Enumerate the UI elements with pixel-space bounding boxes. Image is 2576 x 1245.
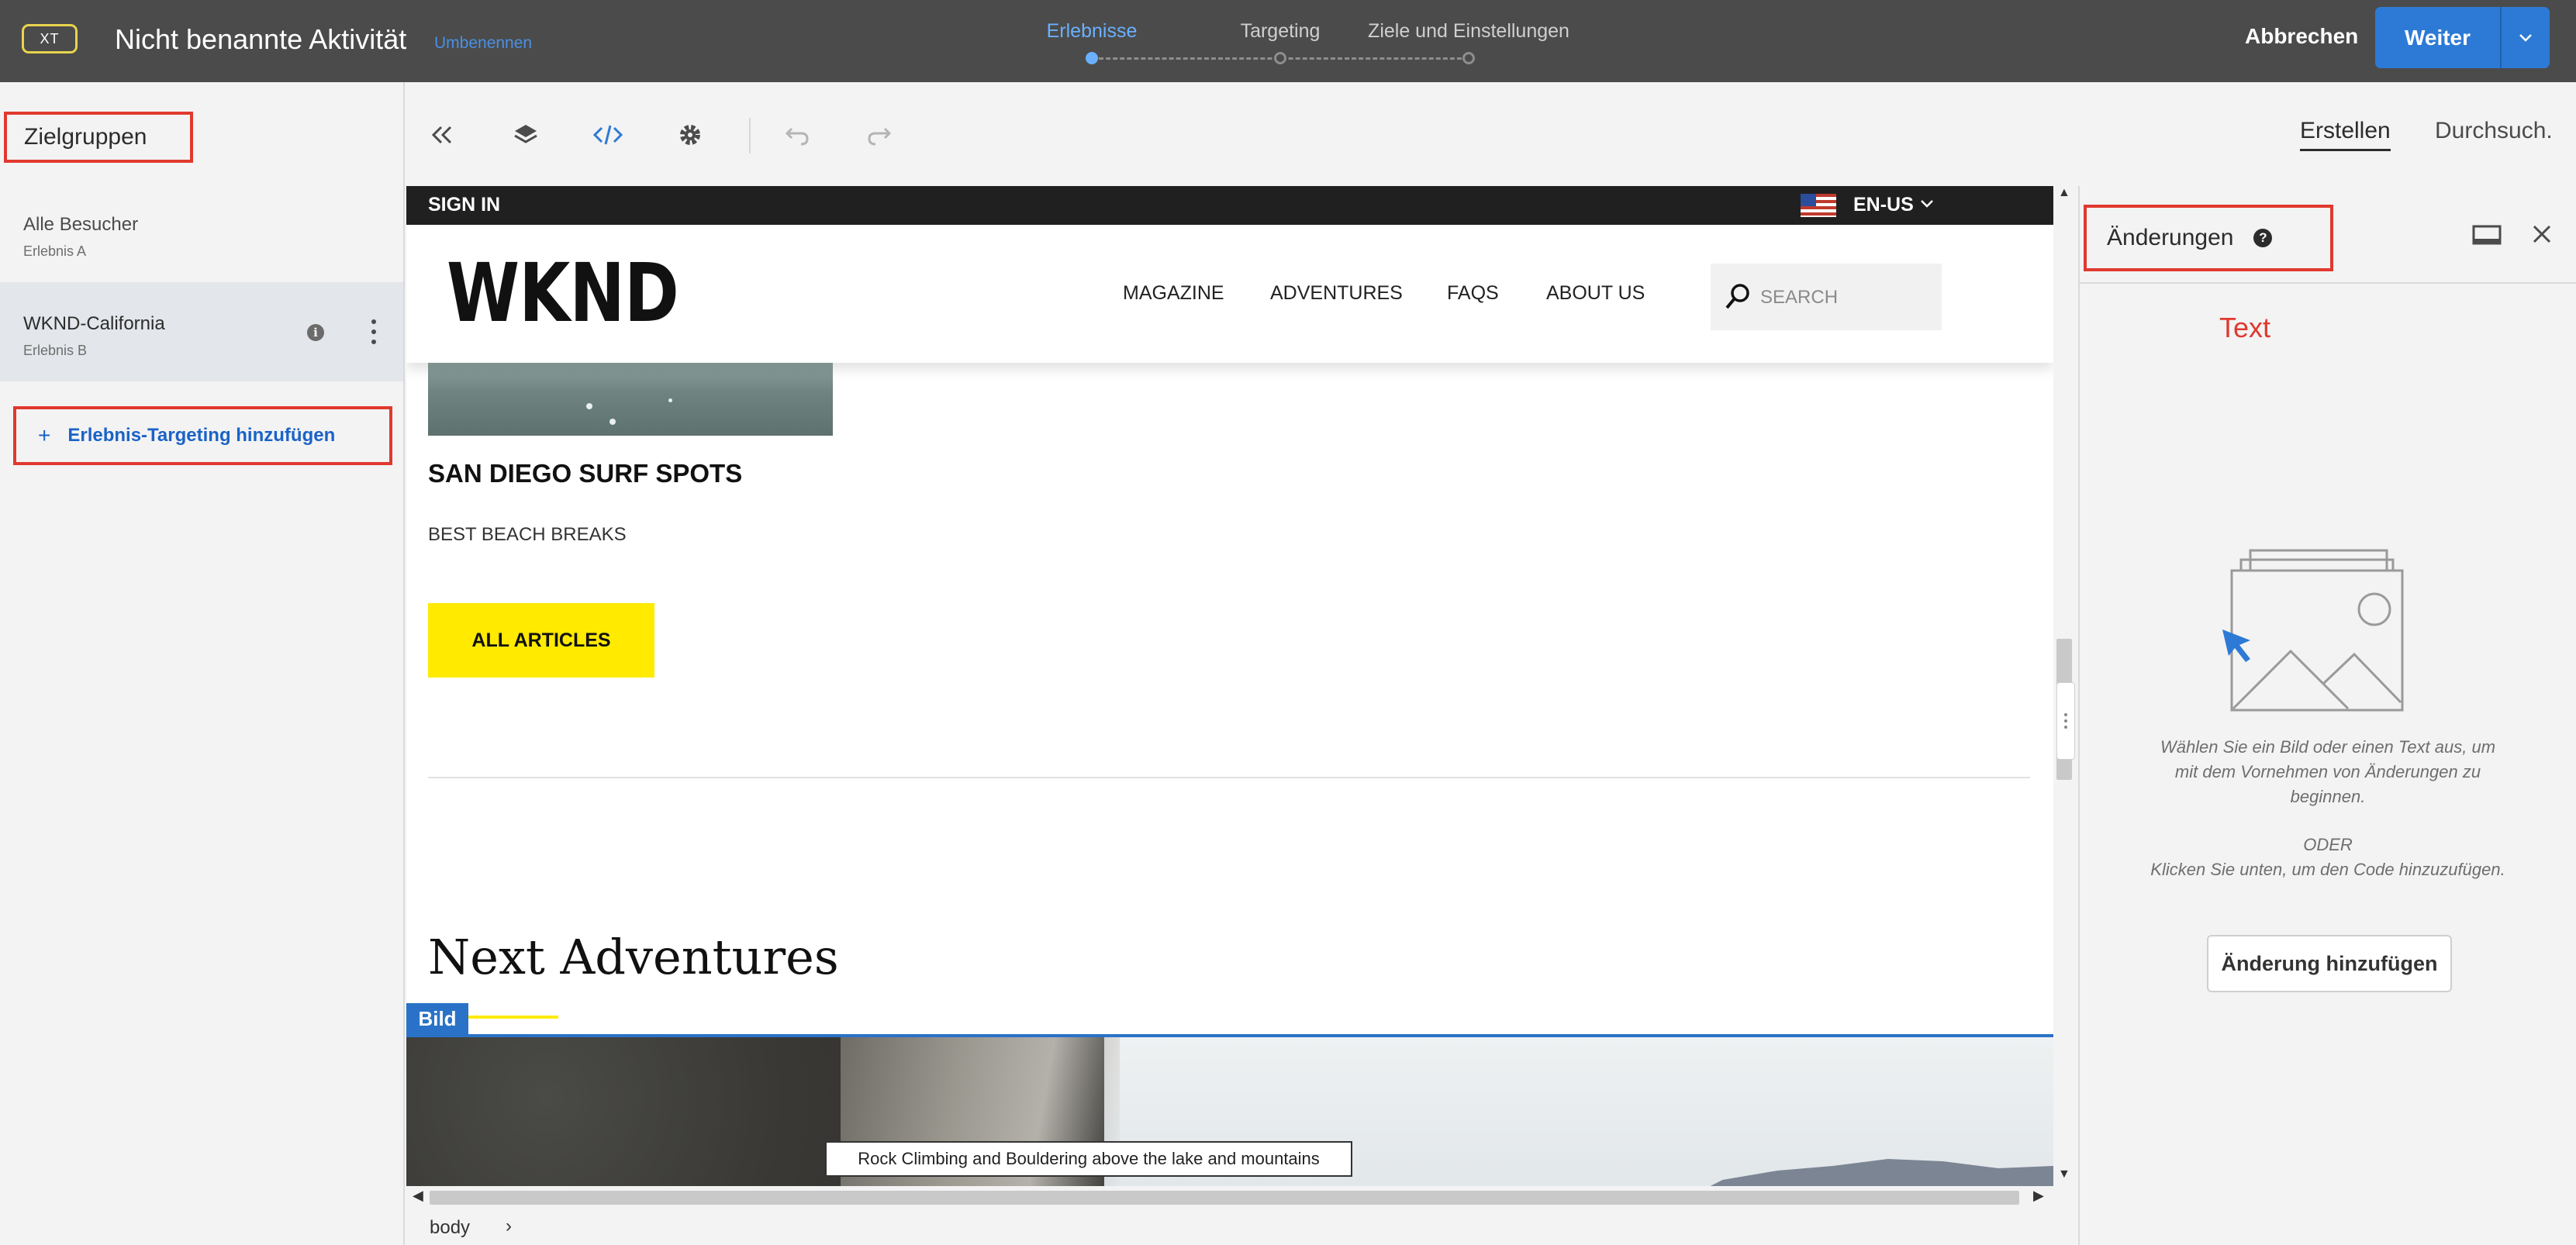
image-tooltip: Rock Climbing and Bouldering above the l… (825, 1141, 1352, 1177)
experience-label: Erlebnis A (23, 243, 87, 259)
site-utility-bar: SIGN IN EN-US (406, 186, 2053, 225)
experience-label: Erlebnis B (23, 343, 88, 358)
redo-icon[interactable] (862, 118, 896, 152)
toolbar-divider (749, 118, 751, 153)
article-subtitle[interactable]: BEST BEACH BREAKS (428, 524, 627, 546)
help-icon[interactable]: ? (2253, 229, 2273, 247)
changes-panel: Änderungen ? Text Wählen Sie ein Bild od… (2078, 186, 2576, 1245)
activity-title: Nicht benannte Aktivität (115, 23, 407, 55)
info-icon[interactable]: i (307, 324, 324, 341)
workflow-steps: Erlebnisse Targeting Ziele und Einstellu… (1024, 0, 1613, 82)
step-dot (1274, 52, 1286, 64)
step-dot-active (1086, 52, 1098, 64)
audience-name: WKND-California (23, 313, 165, 334)
audience-item-all-visitors[interactable]: Alle Besucher Erlebnis A (0, 183, 403, 282)
step-targeting[interactable]: Targeting (1241, 20, 1321, 43)
audience-item-wknd-california[interactable]: WKND-California Erlebnis B i (0, 282, 403, 381)
add-targeting-label: Erlebnis-Targeting hinzufügen (67, 425, 336, 446)
annotation-text-label: Text (2219, 312, 2271, 343)
nav-faqs[interactable]: FAQS (1447, 282, 1499, 305)
scroll-up-icon[interactable]: ▲ (2058, 186, 2070, 200)
selection-tag: Bild (406, 1003, 468, 1034)
chevron-down-icon (2519, 33, 2532, 42)
next-button[interactable]: Weiter (2375, 7, 2502, 68)
next-dropdown-button[interactable] (2502, 7, 2550, 68)
us-flag-icon (1801, 194, 1836, 217)
chevron-right-icon[interactable]: › (506, 1216, 512, 1237)
nav-magazine[interactable]: MAGAZINE (1123, 282, 1224, 305)
more-options-icon[interactable] (368, 319, 380, 344)
title-underline (468, 1016, 558, 1019)
collapse-icon[interactable] (425, 118, 459, 152)
add-experience-targeting-button[interactable]: + Erlebnis-Targeting hinzufügen (13, 406, 392, 465)
code-icon[interactable] (591, 118, 625, 152)
editor-toolbar: Erstellen Durchsuch. (406, 82, 2576, 186)
surf-article-image[interactable] (428, 363, 833, 436)
changes-heading-box: Änderungen ? (2084, 205, 2333, 271)
horizontal-scrollbar[interactable]: ◀ ▶ (406, 1186, 2053, 1208)
step-goals-settings[interactable]: Ziele und Einstellungen (1368, 20, 1569, 43)
panel-divider (2080, 282, 2576, 284)
audiences-panel: Zielgruppen Alle Besucher Erlebnis A WKN… (0, 82, 405, 1245)
empty-state-message-code: Klicken Sie unten, um den Code hinzuzufü… (2150, 860, 2505, 879)
scroll-right-icon[interactable]: ▶ (2033, 1188, 2044, 1204)
scroll-left-icon[interactable]: ◀ (413, 1188, 423, 1204)
search-placeholder: SEARCH (1760, 287, 1839, 308)
undo-icon[interactable] (780, 118, 814, 152)
nav-about-us[interactable]: ABOUT US (1546, 282, 1645, 305)
website-preview[interactable]: SIGN IN EN-US WKND MAGAZINE ADVENTURES F… (406, 186, 2053, 1186)
wknd-logo[interactable]: WKND (447, 253, 679, 333)
site-search-input[interactable]: SEARCH (1711, 264, 1942, 330)
section-divider (428, 777, 2030, 778)
next-button-group: Weiter (2375, 7, 2550, 68)
search-icon (1725, 284, 1749, 309)
scroll-down-icon[interactable]: ▼ (2058, 1167, 2070, 1181)
site-navbar: WKND MAGAZINE ADVENTURES FAQS ABOUT US S… (406, 225, 2053, 363)
close-icon[interactable] (2529, 222, 2554, 250)
audience-name: Alle Besucher (23, 214, 139, 235)
settings-icon[interactable] (673, 118, 707, 152)
empty-state-or: ODER (2303, 835, 2353, 854)
all-articles-button[interactable]: ALL ARTICLES (428, 603, 654, 678)
language-selector[interactable]: EN-US (1853, 194, 1934, 216)
section-title[interactable]: Next Adventures (428, 929, 839, 985)
add-change-button[interactable]: Änderung hinzufügen (2207, 935, 2452, 992)
panel-resize-handle[interactable] (2056, 682, 2075, 760)
monitor-icon[interactable] (2472, 225, 2502, 252)
step-erlebnisse[interactable]: Erlebnisse (1047, 20, 1138, 43)
top-bar: XT Nicht benannte Aktivität Umbenennen E… (0, 0, 2576, 82)
changes-heading: Änderungen (2107, 225, 2234, 250)
audiences-heading: Zielgruppen (4, 112, 193, 163)
chevron-down-icon (1920, 191, 1934, 214)
article-title[interactable]: SAN DIEGO SURF SPOTS (428, 459, 742, 488)
breadcrumb-body[interactable]: body (430, 1217, 470, 1239)
rename-link[interactable]: Umbenennen (434, 34, 532, 53)
layers-icon[interactable] (509, 118, 543, 152)
tab-durchsuchen[interactable]: Durchsuch. (2435, 118, 2553, 144)
sign-in-link[interactable]: SIGN IN (428, 194, 500, 216)
language-label: EN-US (1853, 194, 1914, 216)
scrollbar-thumb[interactable] (430, 1191, 2019, 1205)
empty-state-message: Wählen Sie ein Bild oder einen Text aus,… (2160, 737, 2496, 806)
cancel-button[interactable]: Abbrechen (2245, 24, 2358, 49)
step-dot (1462, 52, 1475, 64)
image-placeholder-illustration (2219, 544, 2421, 734)
element-breadcrumb: body › (406, 1208, 2078, 1245)
activity-type-badge: XT (22, 24, 78, 53)
nav-adventures[interactable]: ADVENTURES (1270, 282, 1403, 305)
tab-erstellen[interactable]: Erstellen (2300, 118, 2391, 151)
plus-icon: + (38, 423, 51, 447)
